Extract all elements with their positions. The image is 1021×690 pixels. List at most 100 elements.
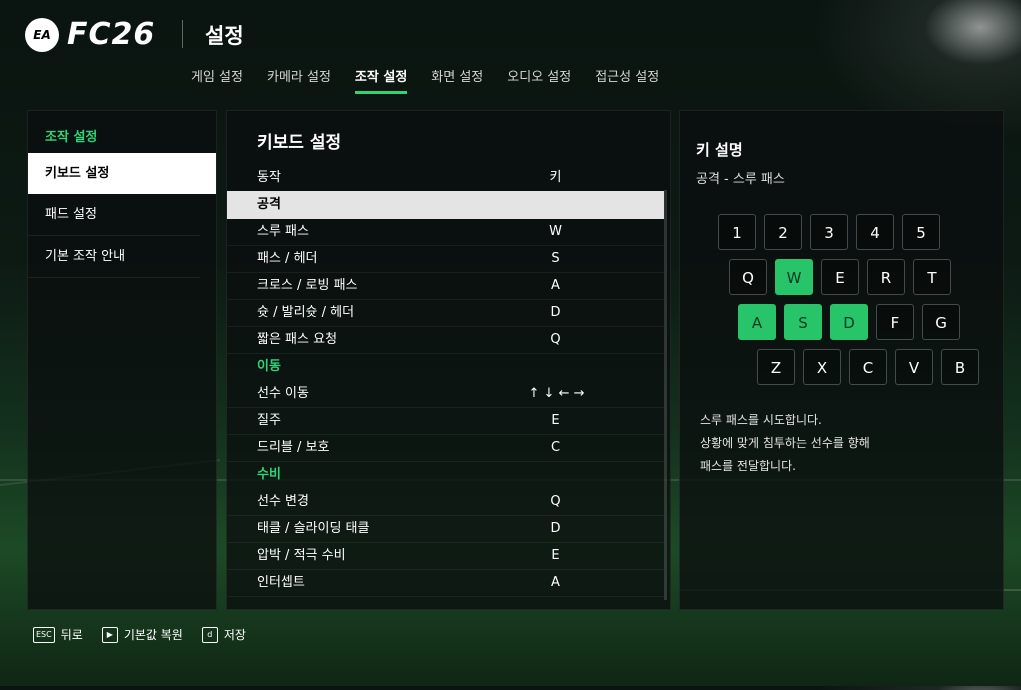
binding-row[interactable]: 인터셉트 A: [227, 569, 664, 597]
key-value: ↑ ↓ ← →: [528, 386, 585, 401]
column-header-row: 동작 키: [227, 164, 664, 192]
key-cap-4: 4: [856, 214, 894, 250]
binding-row[interactable]: 슛 / 발리슛 / 헤더 D: [227, 299, 664, 327]
section-header: 수비: [227, 461, 664, 488]
panel-title: 키보드 설정: [257, 133, 342, 153]
ea-logo: EA: [25, 17, 59, 52]
key-value: Q: [550, 494, 561, 509]
key-value: Q: [550, 332, 561, 347]
sidebar-item-basic-guide[interactable]: 기본 조작 안내: [28, 236, 200, 278]
sidebar-item-keyboard[interactable]: 키보드 설정: [28, 153, 216, 194]
tab-audio-settings[interactable]: 오디오 설정: [507, 66, 571, 94]
play-key-icon: ▶: [101, 626, 118, 643]
key-cap-a: A: [738, 304, 776, 340]
fc26-logo: EA FC26: [25, 17, 155, 52]
key-value: C: [550, 440, 561, 455]
tab-display-settings[interactable]: 화면 설정: [431, 66, 483, 94]
key-value: A: [551, 575, 560, 590]
action-label: 드리블 / 보호: [257, 440, 330, 455]
binding-row[interactable]: 패스 / 헤더 S: [227, 245, 664, 273]
binding-row[interactable]: 태클 / 슬라이딩 태클 D: [227, 515, 664, 543]
key-cap-z: Z: [757, 349, 795, 385]
binding-row[interactable]: 스루 패스 W: [227, 218, 664, 246]
sidebar: 조작 설정 키보드 설정 패드 설정 기본 조작 안내: [27, 110, 217, 610]
description-line: 상황에 맞게 침투하는 선수를 향해: [700, 436, 870, 450]
sidebar-item-pad[interactable]: 패드 설정: [28, 194, 200, 236]
action-label: 선수 이동: [257, 386, 309, 401]
key-cap-c: C: [849, 349, 887, 385]
section-header: 이동: [227, 353, 664, 380]
keyboard-settings-panel: 키보드 설정 동작 키 공격스루 패스 W 패스 / 헤더 S 크로스 / 로빙 패스 A…: [226, 110, 671, 610]
key-value: S: [551, 251, 560, 266]
key-value: W: [549, 224, 562, 239]
action-label: 인터셉트: [257, 575, 305, 590]
description-text: 스루 패스를 시도합니다. 상황에 맞게 침투하는 선수를 향해 패스를 전달합…: [700, 409, 870, 478]
key-cap-f: F: [876, 304, 914, 340]
key-cap-d: D: [830, 304, 868, 340]
tab-accessibility-settings[interactable]: 접근성 설정: [595, 66, 659, 94]
tab-camera-settings[interactable]: 카메라 설정: [267, 66, 331, 94]
binding-row[interactable]: 질주 E: [227, 407, 664, 435]
key-cap-2: 2: [764, 214, 802, 250]
key-cap-q: Q: [729, 259, 767, 295]
key-value: A: [551, 278, 560, 293]
header-divider: [182, 20, 183, 48]
header: EA FC26 설정 게임 설정 카메라 설정 조작 설정 화면 설정 오디오 …: [0, 0, 1021, 100]
back-button[interactable]: ESC 뒤로: [33, 626, 83, 643]
binding-row[interactable]: 공격: [227, 191, 664, 219]
key-value: D: [550, 305, 561, 320]
key-cap-e: E: [821, 259, 859, 295]
action-label: 이동: [257, 359, 281, 374]
tab-game-settings[interactable]: 게임 설정: [191, 66, 243, 94]
save-button[interactable]: d 저장: [201, 626, 246, 643]
description-subtitle: 공격 - 스루 패스: [696, 172, 785, 187]
footer-hints: ESC 뒤로 ▶ 기본값 복원 d 저장: [33, 626, 265, 643]
binding-row[interactable]: 크로스 / 로빙 패스 A: [227, 272, 664, 300]
column-header-key: 키: [549, 170, 562, 185]
action-label: 수비: [257, 467, 281, 482]
column-header-action: 동작: [257, 170, 281, 185]
key-cap-5: 5: [902, 214, 940, 250]
action-label: 크로스 / 로빙 패스: [257, 278, 358, 293]
back-label: 뒤로: [60, 628, 83, 642]
key-cap-g: G: [922, 304, 960, 340]
description-line: 스루 패스를 시도합니다.: [700, 413, 822, 427]
save-label: 저장: [223, 628, 246, 642]
sidebar-header: 조작 설정: [45, 130, 98, 145]
esc-key-icon: ESC: [33, 626, 55, 643]
description-title: 키 설명: [696, 141, 743, 159]
key-value: E: [551, 413, 560, 428]
key-cap-3: 3: [810, 214, 848, 250]
key-cap-v: V: [895, 349, 933, 385]
action-label: 태클 / 슬라이딩 태클: [257, 521, 370, 536]
settings-tabs: 게임 설정 카메라 설정 조작 설정 화면 설정 오디오 설정 접근성 설정: [191, 66, 683, 94]
page-title: 설정: [205, 24, 244, 48]
key-cap-1: 1: [718, 214, 756, 250]
binding-row[interactable]: 드리블 / 보호 C: [227, 434, 664, 462]
key-description-panel: 키 설명 공격 - 스루 패스 12345 QWERT ASDFG ZXCVB 스루 …: [679, 110, 1004, 610]
key-value: E: [551, 548, 560, 563]
action-label: 패스 / 헤더: [257, 251, 318, 266]
key-value: D: [550, 521, 561, 536]
key-cap-x: X: [803, 349, 841, 385]
restore-defaults-label: 기본값 복원: [123, 628, 183, 642]
action-label: 질주: [257, 413, 281, 428]
description-line: 패스를 전달합니다.: [700, 459, 796, 473]
key-cap-t: T: [913, 259, 951, 295]
action-label: 공격: [257, 197, 281, 212]
d-key-icon: d: [201, 626, 218, 643]
binding-row[interactable]: 압박 / 적극 수비 E: [227, 542, 664, 570]
game-logo-text: FC26: [67, 17, 156, 52]
key-cap-r: R: [867, 259, 905, 295]
action-label: 선수 변경: [257, 494, 309, 509]
key-cap-b: B: [941, 349, 979, 385]
binding-row[interactable]: 선수 변경 Q: [227, 488, 664, 516]
action-label: 짧은 패스 요청: [257, 332, 338, 347]
key-cap-s: S: [784, 304, 822, 340]
scrollbar[interactable]: [664, 190, 667, 600]
binding-row[interactable]: 짧은 패스 요청 Q: [227, 326, 664, 354]
tab-control-settings[interactable]: 조작 설정: [354, 66, 408, 94]
binding-row[interactable]: 선수 이동 ↑ ↓ ← →: [227, 380, 664, 408]
key-cap-w: W: [775, 259, 813, 295]
restore-defaults-button[interactable]: ▶ 기본값 복원: [101, 626, 183, 643]
